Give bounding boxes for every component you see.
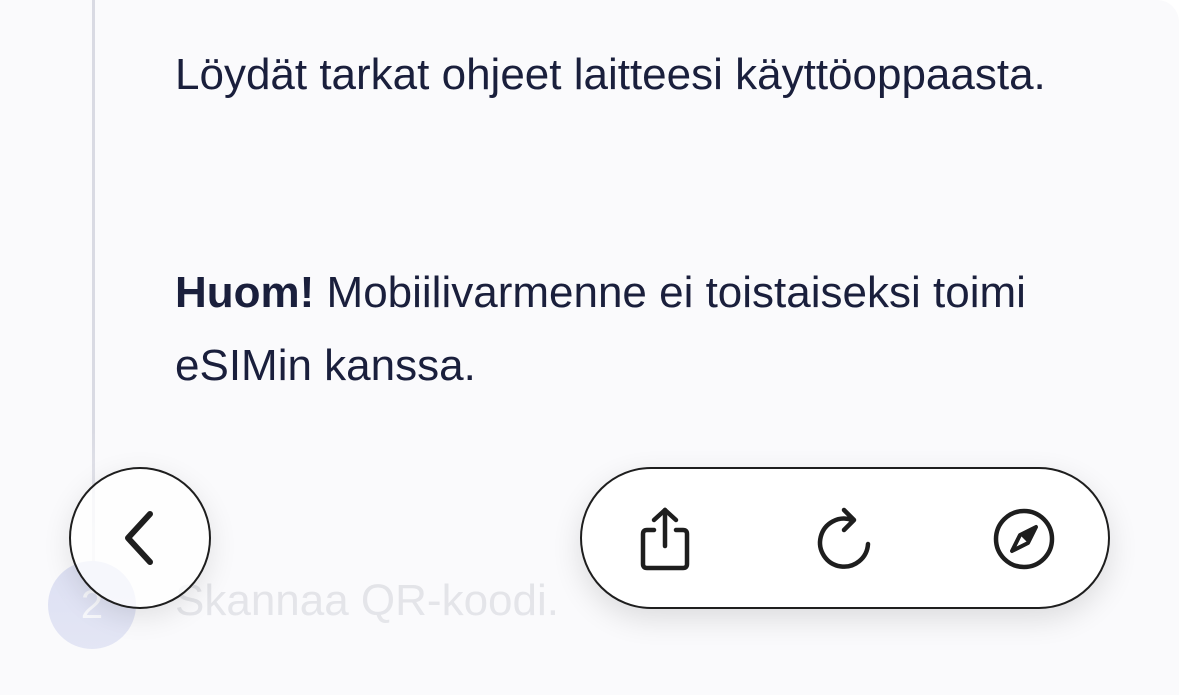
browser-toolbar: [580, 467, 1110, 609]
compass-button[interactable]: [979, 494, 1069, 584]
reload-button[interactable]: [799, 494, 889, 584]
note-label: Huom!: [175, 268, 315, 317]
back-button[interactable]: [69, 467, 211, 609]
share-button[interactable]: [620, 494, 710, 584]
reload-icon: [812, 506, 876, 572]
instructions-paragraph: Löydät tarkat ohjeet laitteesi käyttöopp…: [175, 50, 1046, 99]
compass-icon: [991, 506, 1057, 572]
chevron-left-icon: [120, 508, 160, 568]
note-paragraph: Huom! Mobiilivarmenne ei toistaiseksi to…: [175, 256, 1075, 402]
step-label: Skannaa QR-koodi.: [175, 576, 559, 625]
share-icon: [635, 506, 695, 572]
